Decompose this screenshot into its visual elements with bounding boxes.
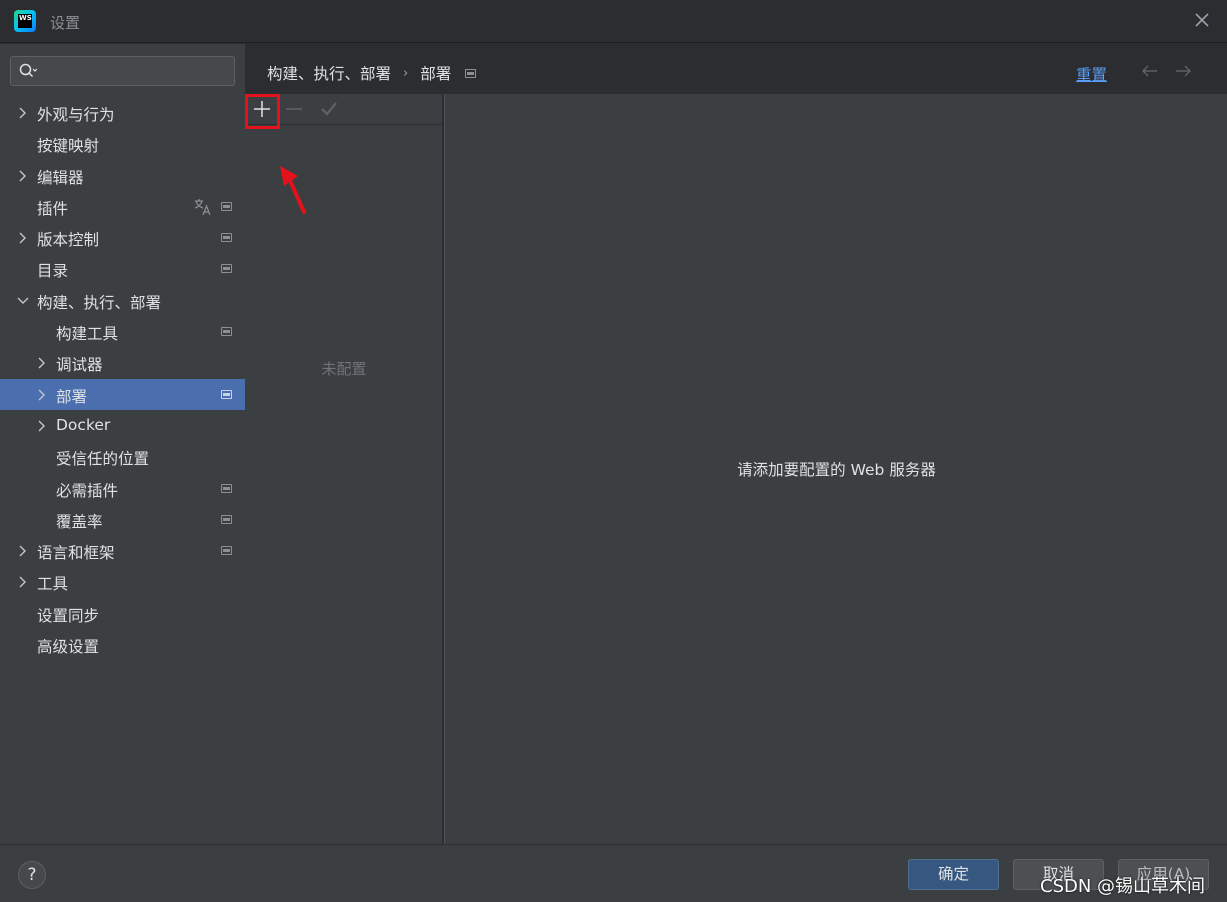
sidebar-item[interactable]: 调试器 (0, 347, 245, 378)
chevron-right-icon[interactable] (17, 107, 29, 119)
add-server-button[interactable] (250, 97, 274, 121)
server-detail-panel: 请添加要配置的 Web 服务器 (444, 94, 1227, 844)
sidebar-item[interactable]: 版本控制 (0, 222, 245, 253)
chevron-right-icon[interactable] (36, 389, 48, 401)
content-area: 构建、执行、部署 › 部署 重置 未配置 请添加要配置的 Web 服务器 (245, 44, 1227, 844)
sidebar-item[interactable]: Docker (0, 410, 245, 441)
project-scope-icon (221, 389, 232, 399)
sidebar-item-label: 覆盖率 (56, 512, 103, 531)
sidebar-item[interactable]: 必需插件 (0, 473, 245, 504)
chevron-right-icon[interactable] (36, 357, 48, 369)
arrow-left-icon[interactable] (1140, 61, 1160, 81)
sidebar-item-label: 按键映射 (37, 137, 100, 156)
search-icon[interactable] (19, 63, 37, 79)
sidebar-item-label: 版本控制 (37, 231, 100, 250)
server-list-panel: 未配置 (245, 94, 443, 844)
sidebar-item-label: 设置同步 (37, 606, 100, 625)
check-icon (321, 102, 337, 116)
breadcrumb-parent[interactable]: 构建、执行、部署 (267, 62, 391, 84)
sidebar-item[interactable]: 构建、执行、部署 (0, 285, 245, 316)
sidebar-item-label: 插件 (37, 199, 69, 218)
sidebar-item[interactable]: 设置同步 (0, 598, 245, 629)
server-list-toolbar (245, 94, 443, 129)
dialog-footer: ? 确定 取消 应用(A) CSDN @锡山草木间 (0, 844, 1227, 902)
sidebar-item[interactable]: 覆盖率 (0, 504, 245, 535)
sidebar-item[interactable]: 语言和框架 (0, 535, 245, 566)
arrow-right-icon[interactable] (1173, 61, 1193, 81)
sidebar-item[interactable]: 按键映射 (0, 128, 245, 159)
set-default-button[interactable] (317, 97, 341, 121)
project-scope-icon (221, 264, 232, 274)
sidebar-item-label: 构建、执行、部署 (37, 293, 162, 312)
plus-icon (254, 101, 270, 117)
project-scope-icon (221, 483, 232, 493)
sidebar-item[interactable]: 工具 (0, 566, 245, 597)
search-box[interactable] (10, 56, 235, 86)
search-input[interactable] (47, 61, 227, 81)
annotation-arrow-icon (280, 166, 306, 214)
sidebar-item-label: 目录 (37, 262, 69, 281)
sidebar-item[interactable]: 插件 (0, 191, 245, 222)
settings-sidebar: 外观与行为按键映射编辑器插件版本控制目录构建、执行、部署构建工具调试器部署 Doc… (0, 44, 245, 844)
sidebar-item-label: 高级设置 (37, 638, 100, 657)
chevron-right-icon[interactable] (36, 420, 48, 432)
help-button[interactable]: ? (18, 861, 46, 889)
project-scope-icon (221, 233, 232, 243)
chevron-right-icon[interactable] (17, 170, 29, 182)
project-scope-icon (221, 546, 232, 556)
sidebar-item-label: 外观与行为 (37, 106, 115, 124)
settings-tree: 外观与行为按键映射编辑器插件版本控制目录构建、执行、部署构建工具调试器部署 Doc… (0, 97, 245, 660)
chevron-right-icon[interactable] (17, 576, 29, 588)
title-bar: WS 设置 (0, 0, 1227, 43)
ok-button[interactable]: 确定 (908, 859, 999, 890)
project-scope-icon (221, 514, 232, 524)
sidebar-item-label: 受信任的位置 (56, 450, 150, 469)
close-icon[interactable] (1191, 10, 1213, 32)
watermark: CSDN @锡山草木间 (1040, 876, 1206, 897)
project-scope-icon (221, 327, 232, 337)
project-scope-icon (221, 201, 232, 211)
sidebar-item-label: 部署 (56, 387, 88, 406)
breadcrumb-current: 部署 (420, 65, 452, 83)
breadcrumb: 构建、执行、部署 › 部署 (267, 62, 477, 84)
sidebar-item-label: 必需插件 (56, 481, 119, 500)
sidebar-item-label: 调试器 (56, 356, 103, 375)
chevron-right-icon[interactable] (17, 545, 29, 557)
sidebar-item[interactable]: 外观与行为 (0, 97, 245, 128)
minus-icon (286, 108, 302, 110)
sidebar-item[interactable]: 目录 (0, 253, 245, 284)
sidebar-item[interactable]: 构建工具 (0, 316, 245, 347)
project-scope-icon (465, 68, 477, 78)
sidebar-item-label: Docker (56, 415, 111, 434)
empty-list-text: 未配置 (321, 360, 367, 378)
chevron-right-icon[interactable] (17, 232, 29, 244)
remove-server-button[interactable] (282, 97, 306, 121)
sidebar-item[interactable]: 高级设置 (0, 629, 245, 660)
webstorm-icon: WS (14, 10, 36, 32)
translate-icon (194, 198, 212, 216)
sidebar-item-label: 编辑器 (37, 168, 84, 187)
sidebar-item-label: 工具 (37, 575, 69, 594)
chevron-down-icon[interactable] (17, 295, 29, 307)
window-title: 设置 (50, 14, 81, 32)
sidebar-item-label: 语言和框架 (37, 544, 115, 563)
app-icon-text: WS (18, 14, 32, 28)
empty-detail-message: 请添加要配置的 Web 服务器 (737, 461, 936, 479)
sidebar-item[interactable]: 部署 (0, 378, 245, 410)
sidebar-item[interactable]: 受信任的位置 (0, 441, 245, 472)
sidebar-item-label: 构建工具 (56, 325, 119, 344)
reset-link[interactable]: 重置 (1076, 63, 1107, 85)
breadcrumb-separator: › (403, 65, 409, 81)
sidebar-item[interactable]: 编辑器 (0, 160, 245, 191)
